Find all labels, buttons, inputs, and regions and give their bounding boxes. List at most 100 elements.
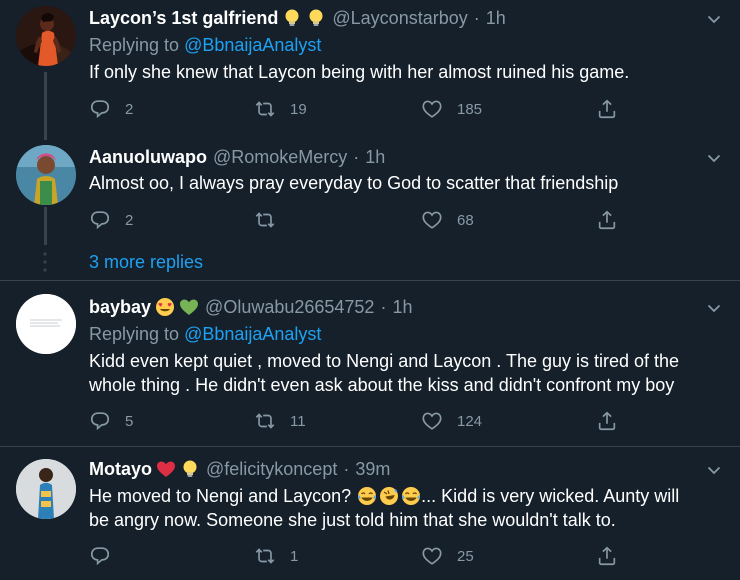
like-count: 68 [457,211,474,229]
tweet-header: Aanuoluwapo @RomokeMercy · 1h [89,145,385,169]
more-replies-link[interactable]: 3 more replies [89,252,203,273]
retweet-count: 11 [290,412,306,430]
lightbulb-icon [180,459,200,479]
tweet-header: Laycon’s 1st galfriend @Layconstarboy · … [89,6,506,30]
separator-dot: · [473,7,480,28]
like-button[interactable]: 68 [421,208,474,232]
share-button[interactable] [596,97,618,121]
tweet-text-line: whole thing . He didn't even ask about t… [89,375,675,395]
display-name[interactable]: Motayo [89,459,152,480]
tears-of-joy-emoji [357,486,377,506]
avatar[interactable] [16,145,76,205]
retweet-button[interactable] [254,208,290,232]
reply-button[interactable]: 5 [89,409,133,433]
chevron-down-icon[interactable] [706,462,722,478]
like-button[interactable]: 185 [421,97,482,121]
user-handle[interactable]: @Layconstarboy [332,8,467,29]
replying-to: Replying to @BbnaijaAnalyst [89,35,321,56]
avatar[interactable] [16,6,76,66]
retweet-icon [254,545,276,567]
tweet-text: Kidd even kept quiet , moved to Nengi an… [89,349,719,397]
tweet-text-segment: ... Kidd is very wicked. Aunty will [421,486,680,506]
reply-count: 2 [125,211,134,229]
timestamp[interactable]: 1h [365,147,385,168]
tweet-text-line: He moved to Nengi and Laycon? ... Kidd i… [89,484,719,508]
reply-button[interactable]: 2 [89,208,133,232]
avatar[interactable] [16,459,76,519]
share-icon [596,209,618,231]
display-name[interactable]: baybay [89,297,151,318]
timestamp[interactable]: 1h [486,8,506,29]
display-name[interactable]: Laycon’s 1st galfriend [89,8,278,29]
tweet[interactable]: baybay @Oluwabu26654752 · 1h Replying to… [0,281,740,446]
reply-button[interactable] [89,544,125,568]
like-count: 124 [457,412,483,430]
tweet[interactable]: Laycon’s 1st galfriend @Layconstarboy · … [0,0,740,140]
share-button[interactable] [596,409,618,433]
tears-of-joy-emoji [401,486,421,506]
mention-link[interactable]: @BbnaijaAnalyst [184,35,321,55]
tweet-text-segment: He moved to Nengi and Laycon? [89,486,352,506]
green-heart-emoji [179,297,199,317]
retweet-button[interactable]: 1 [254,544,298,568]
rofl-emoji [379,486,399,506]
timestamp[interactable]: 1h [392,297,412,318]
tweet-text: If only she knew that Laycon being with … [89,62,630,82]
display-name[interactable]: Aanuoluwapo [89,147,207,168]
share-icon [596,545,618,567]
replying-to-label: Replying to [89,324,180,344]
like-icon [421,545,443,567]
retweet-count: 1 [290,547,299,565]
tweet-text: He moved to Nengi and Laycon? ... Kidd i… [89,484,719,532]
like-button[interactable]: 124 [421,409,482,433]
like-button[interactable]: 25 [421,544,474,568]
reply-icon [89,209,111,231]
avatar[interactable] [16,294,76,354]
tweet-text: Almost oo, I always pray everyday to God… [89,173,619,193]
separator-dot: · [380,296,387,317]
retweet-button[interactable]: 19 [254,97,307,121]
reply-count: 5 [125,412,134,430]
tweet[interactable]: Motayo @felicitykoncept · 39m He moved t… [0,447,740,580]
timestamp[interactable]: 39m [355,459,390,480]
like-icon [421,98,443,120]
tweet-actions: 2 19 185 [89,97,649,121]
chevron-down-icon[interactable] [706,150,722,166]
user-handle[interactable]: @felicitykoncept [206,459,337,480]
user-handle[interactable]: @RomokeMercy [213,147,347,168]
lightbulb-icon [282,8,302,28]
reply-count: 2 [125,100,134,118]
reply-icon [89,98,111,120]
replying-to: Replying to @BbnaijaAnalyst [89,324,321,345]
retweet-button[interactable]: 11 [254,409,306,433]
like-count: 185 [457,100,483,118]
share-icon [596,98,618,120]
tweet-actions: 1 25 [89,544,649,568]
chevron-down-icon[interactable] [706,300,722,316]
reply-button[interactable]: 2 [89,97,133,121]
tweet-text-line: be angry now. Someone she just told him … [89,510,616,530]
share-icon [596,410,618,432]
retweet-count: 19 [290,100,307,118]
tweet-text-line: Kidd even kept quiet , moved to Nengi an… [89,351,680,371]
tweet-header: Motayo @felicitykoncept · 39m [89,457,390,481]
mention-link[interactable]: @BbnaijaAnalyst [184,324,321,344]
chevron-down-icon[interactable] [706,11,722,27]
tweet-header: baybay @Oluwabu26654752 · 1h [89,295,412,319]
retweet-icon [254,98,276,120]
separator-dot: · [353,146,360,167]
like-count: 25 [457,547,474,565]
heart-eyes-emoji [155,297,175,317]
lightbulb-icon [306,8,326,28]
tweet-actions: 2 68 [89,208,649,232]
share-button[interactable] [596,544,618,568]
like-icon [421,209,443,231]
replying-to-label: Replying to [89,35,180,55]
reply-icon [89,410,111,432]
retweet-icon [254,410,276,432]
user-handle[interactable]: @Oluwabu26654752 [205,297,374,318]
share-button[interactable] [596,208,618,232]
like-icon [421,410,443,432]
reply-icon [89,545,111,567]
red-heart-emoji [156,459,176,479]
